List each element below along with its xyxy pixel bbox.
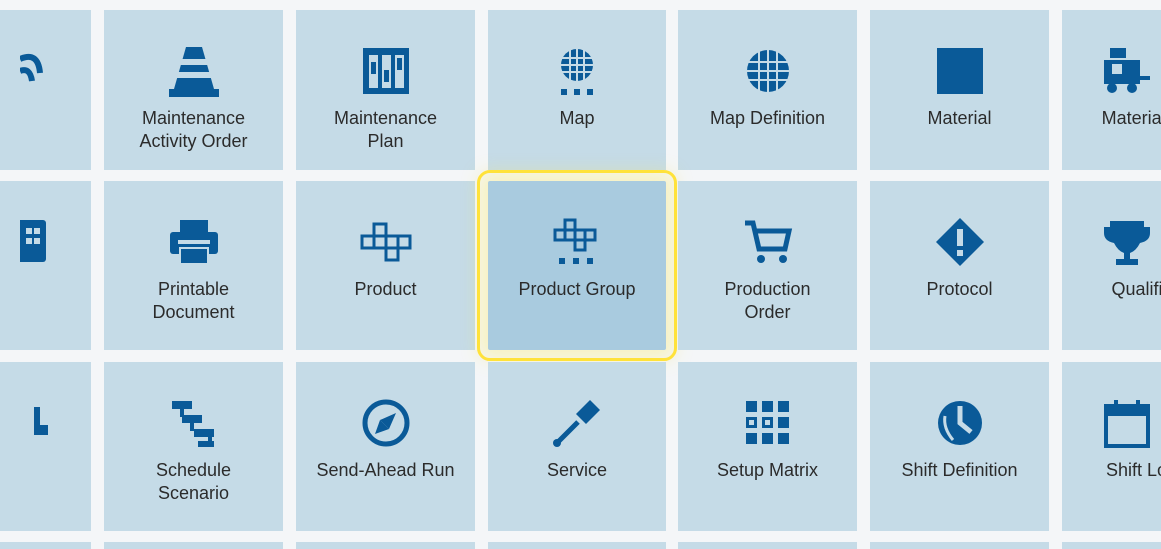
tile-label: Schedule Scenario xyxy=(155,460,232,503)
hierarchy-icon xyxy=(168,397,220,449)
tile-label: Material xyxy=(927,108,992,128)
next-row-tile-edge xyxy=(1062,542,1161,549)
next-row-tile-edge xyxy=(678,542,857,549)
schedule-icon xyxy=(20,397,72,449)
tile-printable-document[interactable]: Printable Document xyxy=(104,181,283,350)
calendar-icon xyxy=(1103,397,1150,449)
tile-label: Maintenance Plan xyxy=(333,108,438,151)
tile-label: Product Group xyxy=(518,279,636,299)
map-grid-icon xyxy=(557,45,597,97)
traffic-cone-icon xyxy=(168,45,219,97)
screwdriver-icon xyxy=(552,397,602,449)
tile-label: Qualific xyxy=(1111,279,1161,299)
tile-maintenance-plan[interactable]: Maintenance Plan xyxy=(296,10,475,170)
next-row-tile-edge xyxy=(488,542,666,549)
signal-icon xyxy=(19,45,72,97)
compass-icon xyxy=(361,397,411,449)
tile-maintenance-activity-order[interactable]: Maintenance Activity Order xyxy=(104,10,283,170)
tile-grid: PI Maintenance Activity Order Maintenanc… xyxy=(0,0,1161,549)
clock-icon xyxy=(935,397,985,449)
tile-schedule-scenario[interactable]: Schedule Scenario xyxy=(104,362,283,531)
warning-diamond-icon xyxy=(935,216,985,268)
shopping-cart-icon xyxy=(743,216,793,268)
tile-label: Service xyxy=(546,460,608,480)
maintenance-plan-icon xyxy=(361,45,411,97)
tile-pi[interactable]: PI xyxy=(0,10,91,170)
matrix-grid-icon xyxy=(744,397,792,449)
tile-label: Material T xyxy=(1101,108,1161,128)
tile-label: Protocol xyxy=(926,279,993,299)
tile-shift-definition[interactable]: Shift Definition xyxy=(870,362,1049,531)
globe-grid-icon xyxy=(745,45,791,97)
tile-label: Shift Definition xyxy=(901,460,1018,480)
tile-n[interactable]: n xyxy=(0,181,91,350)
tile-protocol[interactable]: Protocol xyxy=(870,181,1049,350)
tile-map[interactable]: Map xyxy=(488,10,666,170)
tile-dule[interactable]: dule xyxy=(0,362,91,531)
tile-product-group[interactable]: Product Group xyxy=(477,170,677,361)
material-square-icon xyxy=(936,45,983,97)
tile-product[interactable]: Product xyxy=(296,181,475,350)
tile-material[interactable]: Material xyxy=(870,10,1049,170)
tile-send-ahead-run[interactable]: Send-Ahead Run xyxy=(296,362,475,531)
tile-shift-log[interactable]: Shift Log xyxy=(1062,362,1161,531)
tile-label: Setup Matrix xyxy=(716,460,819,480)
tile-map-definition[interactable]: Map Definition xyxy=(678,10,857,170)
tablet-icon xyxy=(19,216,72,268)
tile-label: Product xyxy=(354,279,417,299)
tile-label: Maintenance Activity Order xyxy=(139,108,248,151)
next-row-tile-edge xyxy=(870,542,1049,549)
tile-label: Map xyxy=(559,108,595,128)
tile-production-order[interactable]: Production Order xyxy=(678,181,857,350)
next-row-tile-edge xyxy=(0,542,91,549)
tile-label: Shift Log xyxy=(1105,460,1161,480)
printer-icon xyxy=(168,216,220,268)
product-icon xyxy=(360,216,412,268)
next-row-tile-edge xyxy=(104,542,283,549)
tile-material-t[interactable]: Material T xyxy=(1062,10,1161,170)
tile-label: Printable Document xyxy=(152,279,235,322)
tile-label: Production Order xyxy=(724,279,811,322)
tile-qualific[interactable]: Qualific xyxy=(1062,181,1161,350)
tile-label: Map Definition xyxy=(709,108,826,128)
next-row-tile-edge xyxy=(296,542,475,549)
tile-service[interactable]: Service xyxy=(488,362,666,531)
tile-setup-matrix[interactable]: Setup Matrix xyxy=(678,362,857,531)
truck-icon xyxy=(1103,45,1150,97)
product-group-icon xyxy=(551,216,603,268)
trophy-icon xyxy=(1103,216,1150,268)
tile-label: Send-Ahead Run xyxy=(316,460,455,480)
